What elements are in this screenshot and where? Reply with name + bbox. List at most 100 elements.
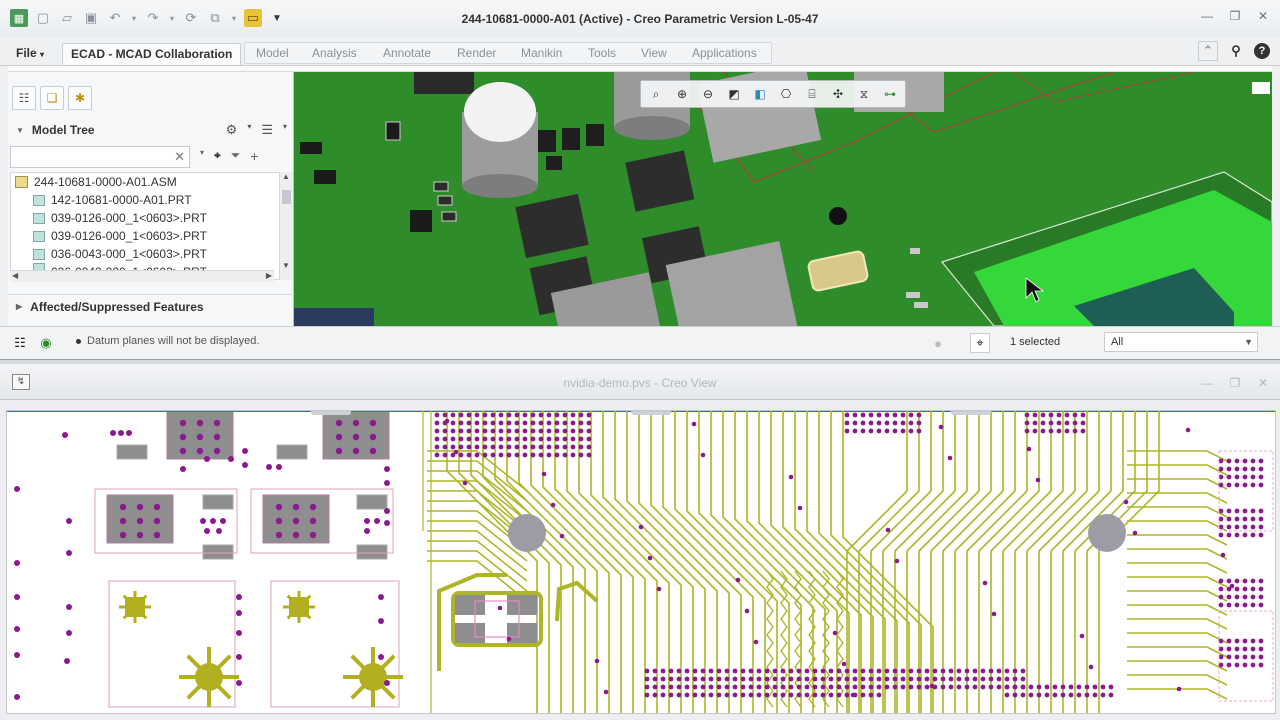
pcb-2d-canvas[interactable] bbox=[6, 410, 1276, 714]
pcb-layout-drawing bbox=[7, 411, 1275, 713]
panel-grip-icon[interactable] bbox=[951, 411, 991, 415]
app-icon[interactable]: ▦ bbox=[10, 9, 28, 27]
collapse-triangle-icon: ▼ bbox=[16, 125, 24, 135]
zoom-out-icon[interactable]: ⊖ bbox=[697, 83, 719, 105]
affected-features-header[interactable]: ▶ Affected/Suppressed Features bbox=[8, 294, 294, 318]
tab-annotate[interactable]: Annotate bbox=[375, 43, 439, 65]
tab-view[interactable]: View bbox=[633, 43, 675, 65]
folder-browser-tab-icon[interactable]: ❏ bbox=[40, 86, 64, 110]
scroll-right-icon[interactable]: ▶ bbox=[266, 271, 272, 280]
creo-view-title-bar: ↯ nvidia-demo.pvs - Creo View — ❐ ✕ bbox=[0, 364, 1280, 400]
affected-features-label: Affected/Suppressed Features bbox=[30, 299, 204, 314]
ribbon-right-tools: ⌃ ⚲ ? bbox=[1198, 41, 1270, 61]
filter-icon[interactable]: ⏷ bbox=[231, 148, 241, 164]
display-style-icon[interactable]: ◧ bbox=[749, 83, 771, 105]
datum-display-icon[interactable]: ⊶ bbox=[879, 83, 901, 105]
regenerate-icon[interactable]: ⟳ bbox=[182, 9, 200, 27]
part-icon bbox=[33, 212, 45, 224]
title-bar: ▦ ▢ ▱ ▣ ↶ ▾ ↷ ▾ ⟳ ⧉ ▾ ▭ ▼ 244-10681-0000… bbox=[0, 0, 1280, 38]
add-column-icon[interactable]: + bbox=[250, 148, 258, 164]
tree-row-assembly[interactable]: 244-10681-0000-A01.ASM bbox=[11, 173, 287, 191]
minimize-icon[interactable]: — bbox=[1200, 9, 1214, 23]
panel-grip-icon[interactable] bbox=[631, 411, 671, 415]
selection-filter-dropdown[interactable]: All ▼ bbox=[1104, 332, 1258, 352]
navigator-toggle-icon[interactable]: ☷ bbox=[10, 333, 30, 353]
file-menu-label: File bbox=[16, 46, 37, 60]
repaint-icon[interactable]: ◩ bbox=[723, 83, 745, 105]
tab-ecad-mcad[interactable]: ECAD - MCAD Collaboration bbox=[62, 43, 242, 65]
show-menu-icon[interactable]: ▾ bbox=[283, 122, 287, 138]
graphics-viewport[interactable]: ⌕ ⊕ ⊖ ◩ ◧ ⎔ ⌸ ✣ ⧖ ⊶ bbox=[294, 72, 1272, 326]
close-icon[interactable]: ✕ bbox=[1256, 376, 1270, 390]
minimize-icon[interactable]: — bbox=[1200, 376, 1214, 390]
tree-row-part[interactable]: 142-10681-0000-A01.PRT bbox=[11, 191, 287, 209]
tab-analysis[interactable]: Analysis bbox=[304, 43, 365, 65]
redo-icon[interactable]: ↷ bbox=[144, 9, 162, 27]
windows-icon[interactable]: ⧉ bbox=[206, 9, 224, 27]
file-menu[interactable]: File ▾ bbox=[8, 43, 52, 65]
save-icon[interactable]: ▣ bbox=[82, 9, 100, 27]
collapse-ribbon-icon[interactable]: ⌃ bbox=[1198, 41, 1218, 61]
quick-access-toolbar: ▦ ▢ ▱ ▣ ↶ ▾ ↷ ▾ ⟳ ⧉ ▾ ▭ ▼ bbox=[10, 9, 286, 27]
help-icon[interactable]: ? bbox=[1254, 43, 1270, 59]
tree-vertical-scrollbar[interactable]: ▲ ▼ bbox=[279, 172, 293, 280]
clear-search-icon[interactable]: ✕ bbox=[174, 149, 185, 165]
search-icon[interactable]: ⚲ bbox=[1226, 41, 1246, 61]
browser-toggle-icon[interactable]: ◉ bbox=[36, 333, 56, 353]
tree-item-label: 244-10681-0000-A01.ASM bbox=[34, 175, 177, 189]
undo-icon[interactable]: ↶ bbox=[106, 9, 124, 27]
windows-menu-icon[interactable]: ▾ bbox=[230, 9, 238, 27]
tree-search-field[interactable]: ✕ bbox=[10, 146, 190, 168]
open-icon[interactable]: ▱ bbox=[58, 9, 76, 27]
annotation-display-icon[interactable]: ⧖ bbox=[853, 83, 875, 105]
selected-count: 1 selected bbox=[1010, 336, 1061, 348]
tree-row-part[interactable]: 039-0126-000_1<0603>.PRT bbox=[11, 209, 287, 227]
chevron-down-icon: ▼ bbox=[1244, 337, 1253, 347]
status-message: Datum planes will not be displayed. bbox=[76, 335, 259, 347]
named-views-icon[interactable]: ⌸ bbox=[801, 83, 823, 105]
tree-horizontal-scrollbar[interactable]: ◀ ▶ bbox=[10, 270, 274, 282]
tree-row-part[interactable]: 036-0043-000_1<0603>.PRT bbox=[11, 245, 287, 263]
favorites-tab-icon[interactable]: ✱ bbox=[68, 86, 92, 110]
tab-manikin[interactable]: Manikin bbox=[513, 43, 570, 65]
expand-triangle-icon: ▶ bbox=[16, 302, 23, 311]
assembly-icon bbox=[15, 176, 28, 188]
tree-settings-icon[interactable]: ⚙ bbox=[226, 122, 238, 138]
tab-render[interactable]: Render bbox=[449, 43, 504, 65]
search-menu-icon[interactable]: ▾ bbox=[200, 148, 204, 164]
new-icon[interactable]: ▢ bbox=[34, 9, 52, 27]
refit-icon[interactable]: ⌕ bbox=[645, 83, 667, 105]
maximize-icon[interactable]: ❐ bbox=[1228, 9, 1242, 23]
customize-icon[interactable]: ▼ bbox=[268, 9, 286, 27]
maximize-icon[interactable]: ❐ bbox=[1228, 376, 1242, 390]
selection-find-icon[interactable]: ⌖ bbox=[970, 333, 990, 353]
scroll-up-icon[interactable]: ▲ bbox=[282, 172, 290, 181]
tab-applications[interactable]: Applications bbox=[684, 43, 765, 65]
tree-item-label: 142-10681-0000-A01.PRT bbox=[51, 193, 192, 207]
scroll-left-icon[interactable]: ◀ bbox=[12, 271, 18, 280]
tab-tools[interactable]: Tools bbox=[580, 43, 624, 65]
tree-row-part[interactable]: 039-0126-000_1<0603>.PRT bbox=[11, 227, 287, 245]
model-tree-title: Model Tree bbox=[31, 123, 95, 137]
zoom-in-icon[interactable]: ⊕ bbox=[671, 83, 693, 105]
undo-menu-icon[interactable]: ▾ bbox=[130, 9, 138, 27]
model-tree-tab-icon[interactable]: ☷ bbox=[12, 86, 36, 110]
folder-icon[interactable]: ▭ bbox=[244, 9, 262, 27]
tree-item-label: 036-0043-000_1<0603>.PRT bbox=[51, 247, 207, 261]
toggle-switch-icon[interactable]: ● bbox=[928, 333, 948, 353]
scroll-down-icon[interactable]: ▼ bbox=[282, 261, 290, 270]
navigator-tabs: ☷ ❏ ✱ bbox=[12, 86, 92, 110]
close-icon[interactable]: ✕ bbox=[1256, 9, 1270, 23]
scrollbar-thumb[interactable] bbox=[282, 190, 291, 204]
spin-center-icon[interactable]: ✣ bbox=[827, 83, 849, 105]
panel-grip-icon[interactable] bbox=[311, 411, 351, 415]
find-icon[interactable]: ⌖ bbox=[214, 148, 221, 164]
tab-model[interactable]: Model bbox=[248, 43, 297, 65]
redo-menu-icon[interactable]: ▾ bbox=[168, 9, 176, 27]
saved-orientations-icon[interactable]: ⎔ bbox=[775, 83, 797, 105]
chevron-down-icon: ▾ bbox=[40, 50, 45, 59]
tree-settings-menu-icon[interactable]: ▾ bbox=[247, 122, 251, 138]
navigator-panel: ☷ ❏ ✱ ▼ Model Tree ⚙ ▾ ☰ ▾ ✕ ▾ ⌖ ⏷ + 244… bbox=[8, 72, 294, 326]
show-icon[interactable]: ☰ bbox=[261, 122, 273, 138]
status-message-text: Datum planes will not be displayed. bbox=[87, 335, 260, 347]
